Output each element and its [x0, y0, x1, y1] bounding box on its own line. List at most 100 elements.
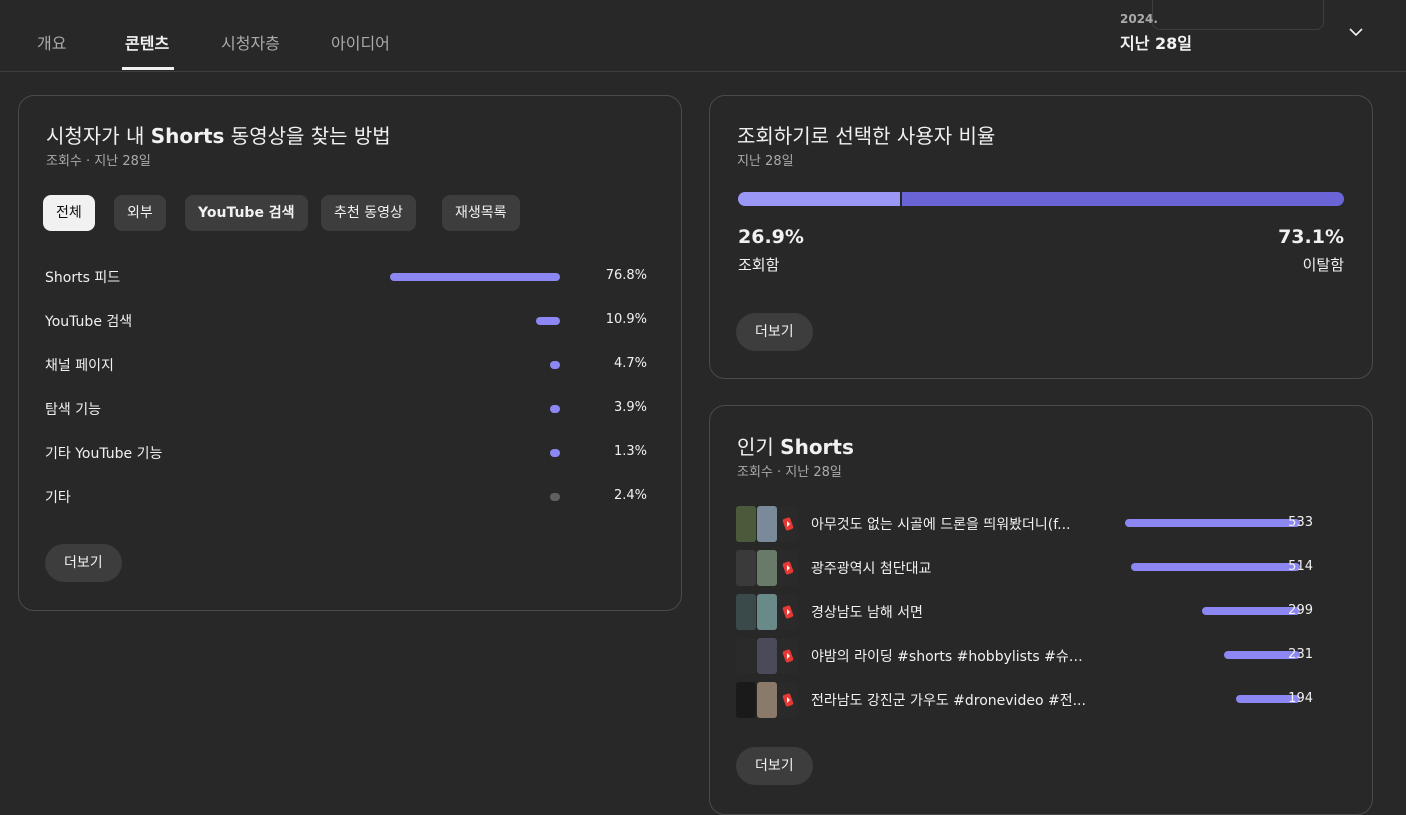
swiped-label: 이탈함 [1302, 256, 1344, 274]
more-button[interactable]: 더보기 [736, 747, 813, 785]
thumbnail-frame [736, 638, 756, 674]
viewed-label: 조회함 [738, 256, 780, 274]
video-title[interactable]: 아무것도 없는 시골에 드론을 띄워봤더니(f... [811, 514, 1070, 534]
title-text-end: 동영상을 찾는 방법 [224, 124, 391, 148]
source-bar [550, 449, 560, 457]
top-short-row[interactable]: 아무것도 없는 시골에 드론을 띄워봤더니(f... 533 [736, 506, 1338, 548]
views-value: 514 [1288, 559, 1313, 574]
source-row: 탐색 기능 3.9% [45, 399, 647, 419]
top-short-row[interactable]: 야밤의 라이딩 #shorts #hobbylists #슈퍼... 231 [736, 638, 1338, 680]
source-value: 76.8% [605, 268, 647, 283]
more-button[interactable]: 더보기 [45, 544, 122, 582]
ratio-bar [738, 192, 1344, 206]
source-row: YouTube 검색 10.9% [45, 311, 647, 331]
top-navigation: 개요 콘텐츠 시청자층 아이디어 2024. 지난 28일 [0, 0, 1406, 72]
thumbnail-frame [736, 550, 756, 586]
source-value: 10.9% [605, 312, 647, 327]
video-thumbnail [736, 550, 798, 586]
shorts-logo-thumb [778, 638, 798, 674]
traffic-sources-card: 시청자가 내 Shorts 동영상을 찾는 방법 조회수 · 지난 28일 전체… [18, 95, 682, 611]
source-value: 1.3% [613, 444, 647, 459]
source-label: 기타 YouTube 기능 [45, 446, 163, 462]
chip-suggested[interactable]: 추천 동영상 [321, 195, 416, 231]
source-label: Shorts 피드 [45, 270, 121, 286]
source-label: YouTube 검색 [45, 314, 133, 330]
video-title[interactable]: 경상남도 남해 서면 [811, 602, 923, 622]
source-label: 채널 페이지 [45, 358, 114, 374]
shorts-logo-thumb [778, 506, 798, 542]
chip-playlist[interactable]: 재생목록 [442, 195, 520, 231]
chip-youtube-search[interactable]: YouTube 검색 [185, 195, 308, 231]
tab-audience[interactable]: 시청자층 [221, 30, 280, 54]
source-row: 채널 페이지 4.7% [45, 355, 647, 375]
swiped-segment [902, 192, 1344, 206]
views-value: 194 [1288, 691, 1313, 706]
card-subtitle: 지난 28일 [737, 154, 794, 169]
date-range-selector[interactable]: 지난 28일 [1120, 30, 1192, 54]
card-title: 시청자가 내 Shorts 동영상을 찾는 방법 [46, 120, 391, 149]
top-short-row[interactable]: 광주광역시 첨단대교 514 [736, 550, 1338, 592]
source-value: 4.7% [613, 356, 647, 371]
tab-content[interactable]: 콘텐츠 [125, 30, 169, 54]
date-year: 2024. [1120, 12, 1158, 26]
views-value: 299 [1288, 603, 1313, 618]
card-title: 조회하기로 선택한 사용자 비율 [737, 124, 996, 148]
thumbnail-frame [757, 638, 777, 674]
top-shorts-card: 인기 Shorts 조회수 · 지난 28일 아무것도 없는 시골에 드론을 띄… [709, 405, 1373, 815]
shorts-logo-thumb [778, 550, 798, 586]
active-tab-indicator [122, 67, 174, 70]
video-thumbnail [736, 506, 798, 542]
thumbnail-frame [736, 682, 756, 718]
viewed-percent: 26.9% [738, 226, 804, 248]
source-bar [536, 317, 560, 325]
viewed-ratio-card: 조회하기로 선택한 사용자 비율 지난 28일 26.9% 조회함 73.1% … [709, 95, 1373, 379]
date-popup-edge [1152, 0, 1324, 30]
video-thumbnail [736, 682, 798, 718]
top-short-row[interactable]: 경상남도 남해 서면 299 [736, 594, 1338, 636]
thumbnail-frame [757, 682, 777, 718]
chip-all[interactable]: 전체 [43, 195, 95, 231]
top-short-row[interactable]: 전라남도 강진군 가우도 #dronevideo #전... 194 [736, 682, 1338, 724]
source-value: 3.9% [613, 400, 647, 415]
source-bar [550, 361, 560, 369]
shorts-logo-thumb [778, 594, 798, 630]
chip-external[interactable]: 외부 [114, 195, 166, 231]
card-subtitle: 조회수 · 지난 28일 [737, 465, 842, 480]
card-title: 인기 Shorts [737, 431, 854, 460]
viewed-segment [738, 192, 900, 206]
swiped-percent: 73.1% [1278, 226, 1344, 248]
views-bar [1125, 519, 1300, 527]
views-bar [1202, 607, 1300, 615]
source-row: Shorts 피드 76.8% [45, 267, 647, 287]
card-subtitle: 조회수 · 지난 28일 [46, 154, 151, 169]
more-button[interactable]: 더보기 [736, 313, 813, 351]
source-bar [390, 273, 560, 281]
views-value: 533 [1288, 515, 1313, 530]
source-label: 탐색 기능 [45, 402, 101, 418]
chevron-down-icon[interactable] [1346, 22, 1366, 42]
video-title[interactable]: 광주광역시 첨단대교 [811, 558, 931, 578]
thumbnail-frame [757, 506, 777, 542]
source-label: 기타 [45, 490, 71, 506]
video-title[interactable]: 야밤의 라이딩 #shorts #hobbylists #슈퍼... [811, 646, 1091, 666]
video-thumbnail [736, 638, 798, 674]
shorts-logo-thumb [778, 682, 798, 718]
source-bar [550, 493, 560, 501]
source-bar [550, 405, 560, 413]
title-bold: Shorts [780, 435, 854, 459]
video-title[interactable]: 전라남도 강진군 가우도 #dronevideo #전... [811, 690, 1086, 710]
title-text: 시청자가 내 [46, 124, 151, 148]
thumbnail-frame [736, 506, 756, 542]
thumbnail-frame [757, 594, 777, 630]
video-thumbnail [736, 594, 798, 630]
title-text: 인기 [737, 435, 781, 459]
thumbnail-frame [736, 594, 756, 630]
title-bold: Shorts [150, 124, 225, 148]
source-row: 기타 YouTube 기능 1.3% [45, 443, 647, 463]
source-row: 기타 2.4% [45, 487, 647, 507]
source-value: 2.4% [613, 488, 647, 503]
tab-overview[interactable]: 개요 [37, 30, 66, 54]
thumbnail-frame [757, 550, 777, 586]
tab-ideas[interactable]: 아이디어 [331, 30, 390, 54]
views-value: 231 [1288, 647, 1313, 662]
